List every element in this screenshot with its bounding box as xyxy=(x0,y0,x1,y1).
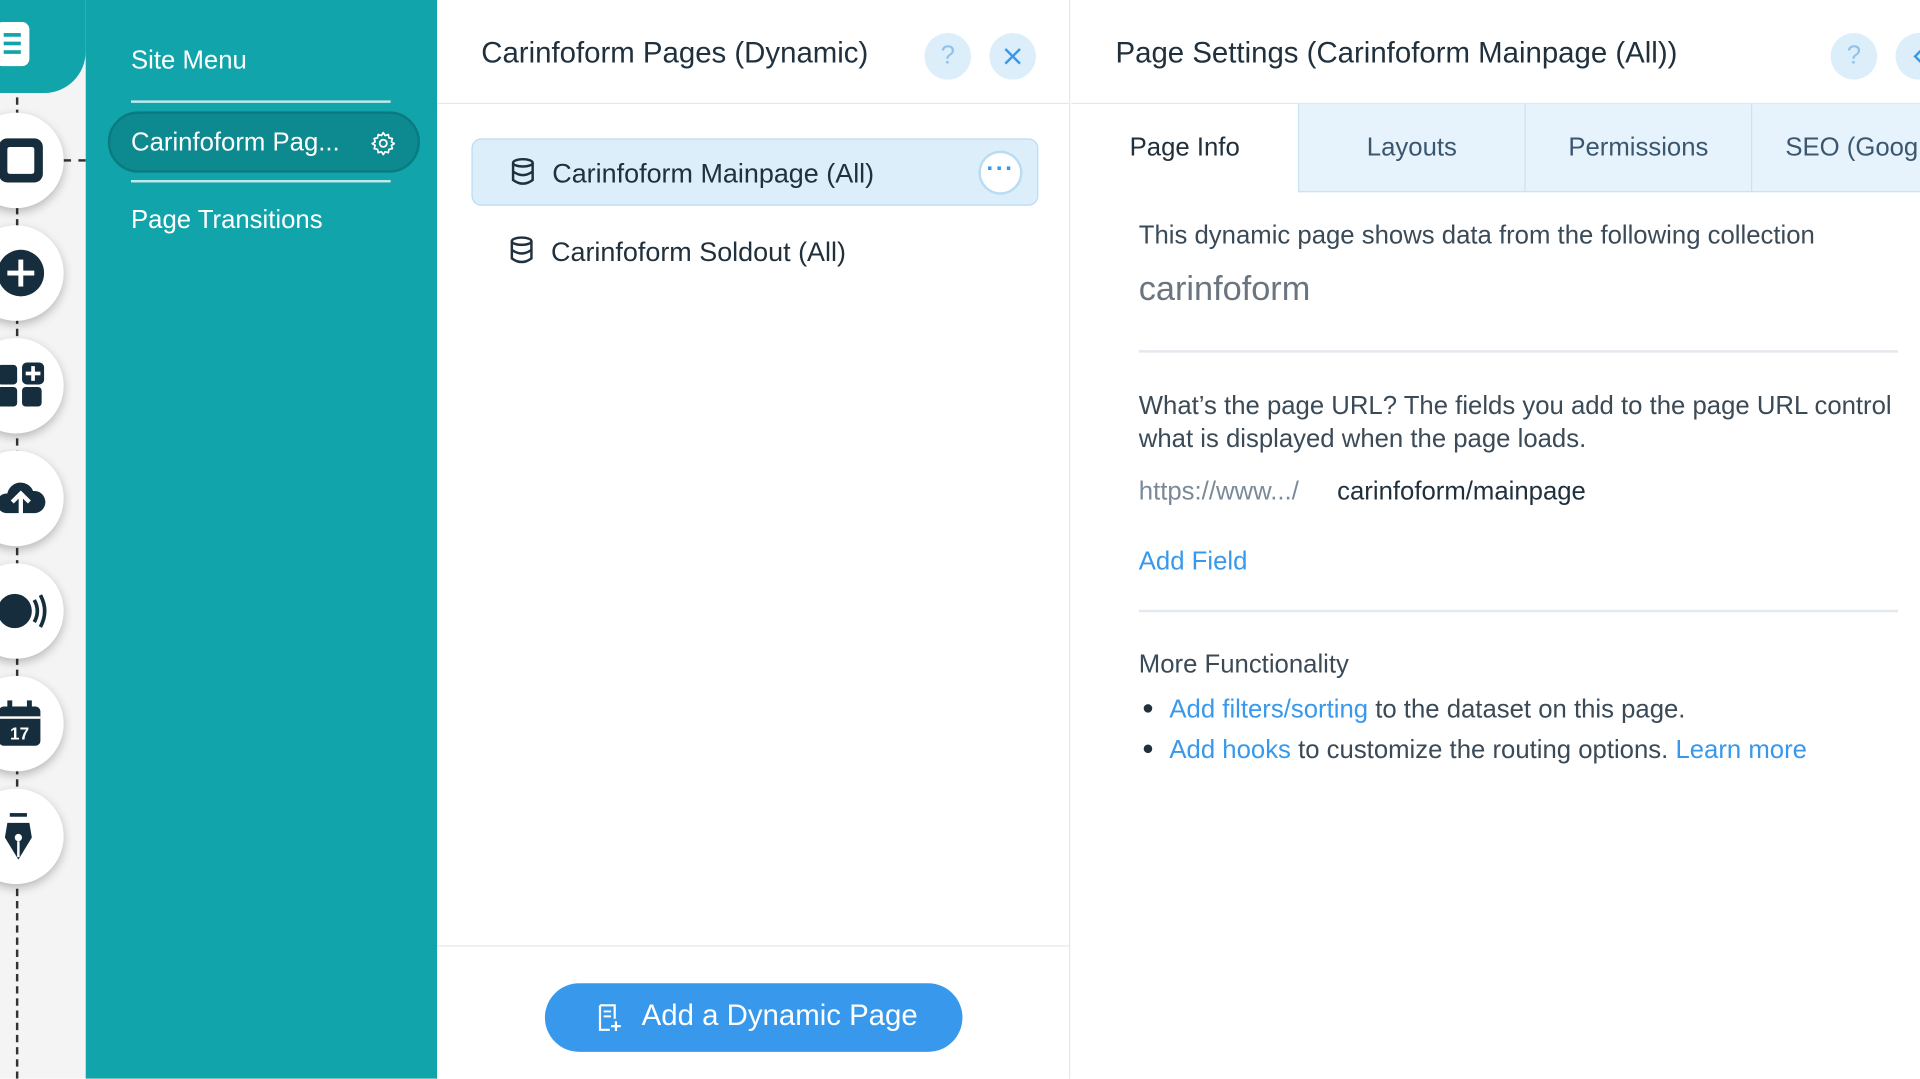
panel-footer: Add a Dynamic Page xyxy=(437,945,1071,1078)
page-item-mainpage[interactable]: Carinfoform Mainpage (All) ··· xyxy=(471,138,1039,206)
page-item-label: Carinfoform Soldout (All) xyxy=(551,236,846,267)
back-button[interactable] xyxy=(1895,33,1920,80)
site-menu-item-carinfoform[interactable]: Carinfoform Pag... xyxy=(107,111,421,173)
page-item-label: Carinfoform Mainpage (All) xyxy=(552,157,875,189)
site-menu-item-label: Carinfoform Pag... xyxy=(131,128,340,157)
more-actions-button[interactable]: ··· xyxy=(978,150,1023,195)
tab-seo[interactable]: SEO (Goog xyxy=(1751,104,1920,193)
calendar-day: 17 xyxy=(10,724,29,744)
add-dynamic-page-button[interactable]: Add a Dynamic Page xyxy=(544,983,963,1052)
settings-tabs: Page Info Layouts Permissions SEO (Goog xyxy=(1071,104,1920,193)
app-market-icon[interactable] xyxy=(0,337,64,434)
page-settings-panel: Page Settings (Carinfoform Mainpage (All… xyxy=(1071,0,1920,1079)
tab-permissions[interactable]: Permissions xyxy=(1524,104,1752,193)
pages-icon[interactable] xyxy=(0,0,86,94)
help-button[interactable]: ? xyxy=(1830,33,1878,80)
help-icon: ? xyxy=(940,41,955,70)
help-icon: ? xyxy=(1846,41,1862,70)
url-question-line2: what is displayed when the page loads. xyxy=(1138,424,1587,454)
panel-header: Page Settings (Carinfoform Mainpage (All… xyxy=(1071,0,1920,105)
divider xyxy=(131,180,391,183)
site-menu-title: Site Menu xyxy=(131,46,247,75)
more-functionality-heading: More Functionality xyxy=(1138,650,1349,679)
collection-intro: This dynamic page shows data from the fo… xyxy=(1138,221,1815,250)
divider xyxy=(1138,609,1898,613)
upload-icon[interactable] xyxy=(0,450,64,547)
close-button[interactable] xyxy=(989,33,1036,80)
chat-icon[interactable] xyxy=(0,563,64,659)
chevron-left-icon xyxy=(1913,49,1920,63)
database-icon xyxy=(510,236,533,264)
tool-rail: 17 xyxy=(0,0,86,1079)
tab-layouts[interactable]: Layouts xyxy=(1297,104,1525,193)
panel-header: Carinfoform Pages (Dynamic) ? xyxy=(437,0,1071,105)
layout-icon[interactable] xyxy=(0,112,64,209)
list-item: Add filters/sorting to the dataset on th… xyxy=(1139,695,1686,725)
panel-title: Page Settings (Carinfoform Mainpage (All… xyxy=(1115,36,1678,70)
divider xyxy=(131,100,391,103)
page-item-soldout[interactable]: Carinfoform Soldout (All) xyxy=(471,218,1038,285)
tab-page-info[interactable]: Page Info xyxy=(1071,104,1298,193)
collection-name: carinfoform xyxy=(1138,269,1311,308)
learn-more-link[interactable]: Learn more xyxy=(1675,736,1806,764)
bullet-text: to the dataset on this page. xyxy=(1368,695,1686,724)
gear-icon[interactable] xyxy=(370,130,397,157)
rail-guide-line-h xyxy=(63,159,86,162)
database-icon xyxy=(511,157,534,185)
list-item: Add hooks to customize the routing optio… xyxy=(1139,736,1807,765)
bullet-text: to customize the routing options. xyxy=(1290,735,1676,765)
url-question-line1: What’s the page URL? The fields you add … xyxy=(1138,391,1892,421)
add-filters-sorting-link[interactable]: Add filters/sorting xyxy=(1169,696,1368,724)
panel-title: Carinfoform Pages (Dynamic) xyxy=(481,36,869,70)
help-button[interactable]: ? xyxy=(924,33,972,80)
calendar-icon[interactable]: 17 xyxy=(0,675,64,772)
url-value[interactable]: carinfoform/mainpage xyxy=(1337,478,1586,507)
add-field-link[interactable]: Add Field xyxy=(1139,547,1248,576)
page-transitions-link[interactable]: Page Transitions xyxy=(131,206,323,235)
site-menu-panel: Site Menu Carinfoform Pag... Page Transi… xyxy=(85,0,438,1079)
add-page-icon xyxy=(598,1004,621,1032)
dynamic-pages-panel: Carinfoform Pages (Dynamic) ? Carinfofor… xyxy=(437,0,1071,1079)
pen-icon[interactable] xyxy=(0,788,64,885)
add-dynamic-page-label: Add a Dynamic Page xyxy=(641,999,918,1033)
add-hooks-link[interactable]: Add hooks xyxy=(1169,736,1291,764)
add-icon[interactable] xyxy=(0,225,64,321)
divider xyxy=(1138,350,1898,353)
close-icon xyxy=(1004,48,1021,65)
url-prefix: https://www.../ xyxy=(1138,477,1299,506)
